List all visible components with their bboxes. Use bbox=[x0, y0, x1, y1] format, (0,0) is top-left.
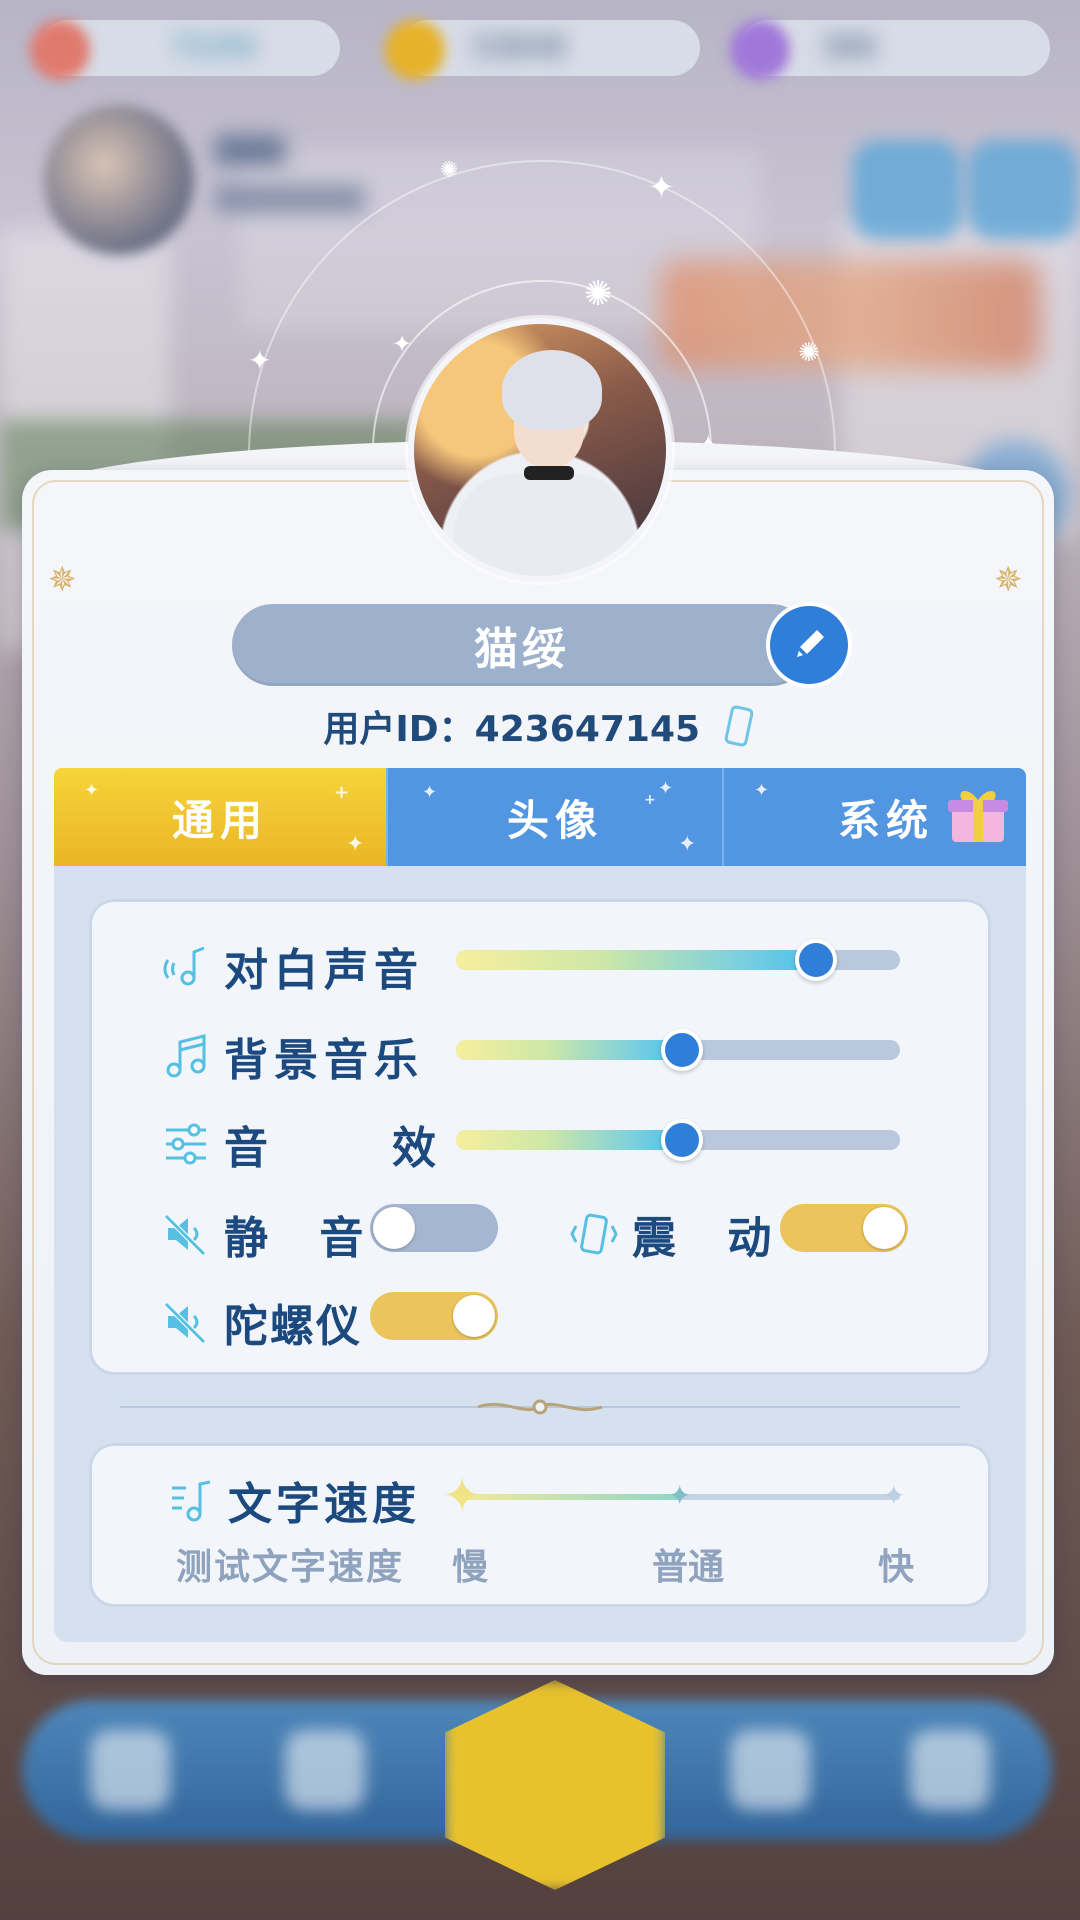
mute-toggle[interactable] bbox=[370, 1204, 498, 1252]
speed-marker-slow[interactable]: ✦ bbox=[442, 1472, 482, 1520]
phone-icon bbox=[724, 705, 753, 746]
mute-row: 静 音 bbox=[160, 1202, 381, 1266]
user-id-label: 用户ID： bbox=[323, 709, 475, 750]
player-name-bar: 猫绥 bbox=[232, 604, 812, 686]
mute-label: 静 音 bbox=[224, 1213, 382, 1264]
edit-name-button[interactable] bbox=[766, 602, 852, 688]
hud-currency1: 75/94 bbox=[170, 30, 257, 65]
hud-currency2: 33848 bbox=[470, 30, 566, 65]
dialogue-sound-icon bbox=[163, 946, 205, 986]
corner-ornament-icon: ✵ bbox=[994, 560, 1023, 600]
dialogue-volume-slider[interactable] bbox=[456, 939, 900, 981]
sparkle-icon: ✺ bbox=[798, 338, 820, 368]
vibrate-label: 震 动 bbox=[632, 1213, 790, 1264]
vibrate-toggle[interactable] bbox=[780, 1204, 908, 1252]
mute-icon bbox=[164, 1214, 206, 1256]
tab-general[interactable]: ✦ + ✦ 通用 bbox=[54, 768, 386, 866]
bgm-volume-slider[interactable] bbox=[456, 1029, 900, 1071]
divider-ornament-icon bbox=[477, 1399, 603, 1415]
user-id-row: 用户ID：423647145 bbox=[0, 700, 1080, 759]
mute-icon bbox=[164, 1302, 206, 1344]
speed-option-fast[interactable]: 快 bbox=[878, 1538, 914, 1590]
player-name: 猫绥 bbox=[474, 624, 570, 675]
pencil-icon bbox=[797, 630, 824, 657]
equalizer-icon bbox=[166, 1123, 206, 1165]
copy-id-button[interactable] bbox=[723, 704, 757, 759]
sparkle-icon: ✦ bbox=[248, 344, 272, 377]
gyro-label: 陀螺仪 bbox=[224, 1301, 362, 1352]
gyro-toggle[interactable] bbox=[370, 1292, 498, 1340]
vibrate-row: 震 动 bbox=[568, 1202, 789, 1266]
sparkle-icon: ✺ bbox=[584, 274, 613, 314]
speed-option-slow[interactable]: 慢 bbox=[452, 1538, 488, 1590]
sfx-volume-row: 音 效 bbox=[160, 1112, 476, 1176]
bgm-volume-row: 背景音乐 bbox=[160, 1024, 424, 1088]
sparkle-icon: ✦ bbox=[392, 330, 413, 358]
test-text-speed-label[interactable]: 测试文字速度 bbox=[176, 1538, 404, 1590]
dialogue-volume-label: 对白声音 bbox=[224, 945, 424, 996]
text-speed-note-icon bbox=[172, 1480, 211, 1522]
user-id-value: 423647145 bbox=[474, 709, 701, 750]
music-note-icon bbox=[166, 1034, 206, 1078]
text-speed-label: 文字速度 bbox=[228, 1479, 420, 1530]
sfx-volume-label: 音 效 bbox=[224, 1123, 476, 1174]
gift-icon bbox=[948, 790, 1008, 842]
speed-marker-fast[interactable]: ✦ bbox=[882, 1482, 905, 1510]
tab-avatar[interactable]: ✦ ✦ ✦ + 头像 bbox=[386, 768, 722, 866]
vibrate-phone-icon bbox=[570, 1213, 618, 1255]
text-speed-row: 文字速度 bbox=[164, 1468, 420, 1532]
sfx-volume-slider[interactable] bbox=[456, 1119, 900, 1161]
slider-handle[interactable] bbox=[794, 939, 837, 981]
speed-marker-normal[interactable]: ✦ bbox=[668, 1482, 691, 1510]
hud-currency3: 386 bbox=[820, 30, 878, 65]
bgm-volume-label: 背景音乐 bbox=[224, 1035, 424, 1086]
sparkle-icon: ✦ bbox=[648, 168, 675, 206]
corner-ornament-icon: ✵ bbox=[48, 560, 77, 600]
dialogue-volume-row: 对白声音 bbox=[160, 934, 424, 998]
sparkle-icon: ✺ bbox=[440, 158, 459, 183]
gyro-row: 陀螺仪 bbox=[160, 1290, 362, 1354]
avatar[interactable] bbox=[414, 324, 666, 576]
speed-option-normal[interactable]: 普通 bbox=[652, 1538, 724, 1590]
tab-avatar-label: 头像 bbox=[506, 795, 603, 845]
tab-system[interactable]: ✦ 系统 bbox=[722, 768, 1026, 866]
tab-general-label: 通用 bbox=[171, 795, 268, 845]
tab-system-label: 系统 bbox=[837, 795, 934, 845]
tab-bar: ✦ + ✦ 通用 ✦ ✦ ✦ + 头像 ✦ 系统 bbox=[54, 768, 1026, 866]
